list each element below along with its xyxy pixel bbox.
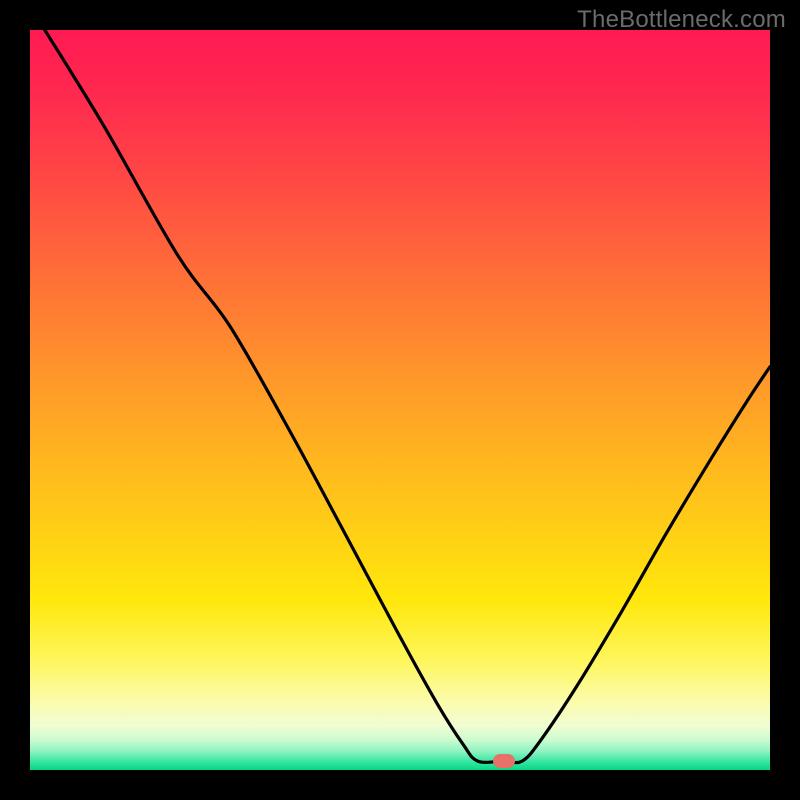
trough-marker (493, 754, 515, 768)
watermark-text: TheBottleneck.com (577, 6, 786, 34)
chart-frame: TheBottleneck.com (0, 0, 800, 800)
bottleneck-curve (30, 30, 770, 770)
plot-area (30, 30, 770, 770)
